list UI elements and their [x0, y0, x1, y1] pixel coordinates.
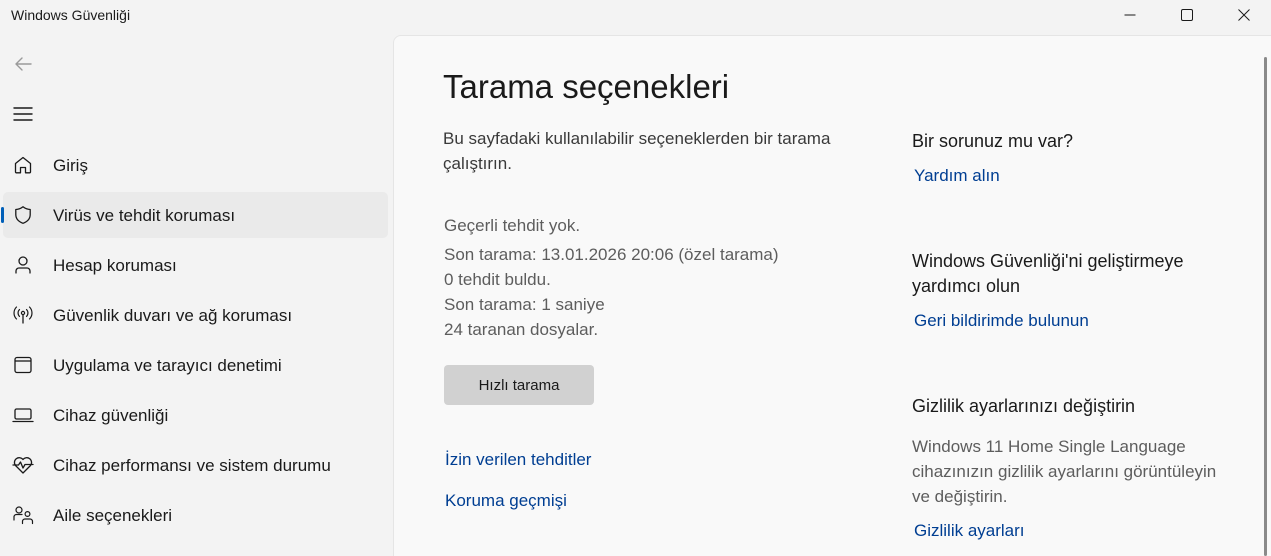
- close-button[interactable]: [1221, 0, 1267, 30]
- heart-pulse-icon: [12, 455, 34, 475]
- protection-history-link[interactable]: Koruma geçmişi: [445, 491, 567, 511]
- privacy-heading: Gizlilik ayarlarınızı değiştirin: [912, 396, 1136, 416]
- help-link[interactable]: Yardım alın: [914, 166, 1000, 186]
- sidebar-item-label: Giriş: [53, 156, 88, 175]
- app-window-icon: [12, 355, 34, 375]
- sidebar-item-device-security[interactable]: Cihaz güvenliği: [3, 392, 388, 438]
- vertical-scrollbar[interactable]: [1264, 57, 1267, 556]
- sidebar-item-label: Cihaz güvenliği: [53, 406, 169, 425]
- maximize-button[interactable]: [1164, 0, 1210, 30]
- sidebar-item-account-protection[interactable]: Hesap koruması: [3, 242, 388, 288]
- question-heading: Bir sorunuz mu var?: [912, 131, 1074, 151]
- sidebar-item-firewall[interactable]: Güvenlik duvarı ve ağ koruması: [3, 292, 388, 338]
- feedback-link[interactable]: Geri bildirimde bulunun: [914, 311, 1089, 331]
- sidebar-item-label: Aile seçenekleri: [53, 506, 173, 525]
- page-title: Tarama seçenekleri: [443, 68, 730, 105]
- shield-icon: [12, 205, 34, 225]
- minimize-button[interactable]: [1107, 0, 1153, 30]
- app-title: Windows Güvenliği: [11, 7, 131, 23]
- scanned-files-text: 24 taranan dosyalar.: [444, 320, 599, 339]
- sidebar-nav: Giriş Virüs ve tehdit koruması Hesap kor…: [0, 142, 390, 542]
- page-description: Bu sayfadaki kullanılabilir seçeneklerde…: [443, 129, 831, 173]
- quick-scan-button[interactable]: Hızlı tarama: [444, 365, 594, 405]
- sidebar-item-label: Uygulama ve tarayıcı denetimi: [53, 356, 282, 375]
- threats-found-text: 0 tehdit buldu.: [444, 270, 551, 289]
- sidebar-item-device-performance[interactable]: Cihaz performansı ve sistem durumu: [3, 442, 388, 488]
- maximize-icon: [1181, 9, 1193, 21]
- scan-duration-text: Son tarama: 1 saniye: [444, 295, 605, 314]
- improve-heading: Windows Güvenliği'ni geliştirmeye yardım…: [912, 251, 1184, 296]
- sidebar-item-label: Hesap koruması: [53, 256, 177, 275]
- person-icon: [12, 255, 34, 275]
- title-bar: Windows Güvenliği: [0, 0, 1271, 32]
- minimize-icon: [1124, 9, 1136, 21]
- laptop-icon: [12, 405, 34, 425]
- sidebar-item-virus-protection[interactable]: Virüs ve tehdit koruması: [1, 192, 388, 238]
- back-button[interactable]: [8, 52, 38, 80]
- scan-status: Geçerli tehdit yok. Son tarama: 13.01.20…: [444, 213, 779, 342]
- allowed-threats-link[interactable]: İzin verilen tehditler: [445, 450, 591, 470]
- privacy-settings-link[interactable]: Gizlilik ayarları: [914, 521, 1025, 541]
- back-arrow-icon: [14, 56, 32, 77]
- close-icon: [1238, 9, 1250, 21]
- sidebar-item-home[interactable]: Giriş: [3, 142, 388, 188]
- menu-button[interactable]: [8, 102, 38, 130]
- threat-status-text: Geçerli tehdit yok.: [444, 216, 581, 235]
- privacy-text: Windows 11 Home Single Language cihazını…: [912, 437, 1217, 506]
- sidebar-item-family-options[interactable]: Aile seçenekleri: [3, 492, 388, 538]
- home-icon: [12, 155, 34, 175]
- wireless-icon: [12, 305, 34, 325]
- hamburger-menu-icon: [13, 106, 33, 127]
- sidebar-item-app-browser-control[interactable]: Uygulama ve tarayıcı denetimi: [3, 342, 388, 388]
- sidebar-item-label: Cihaz performansı ve sistem durumu: [53, 456, 331, 475]
- sidebar-item-label: Güvenlik duvarı ve ağ koruması: [53, 306, 293, 325]
- family-icon: [12, 505, 34, 525]
- last-scan-text: Son tarama: 13.01.2026 20:06 (özel taram…: [444, 245, 779, 264]
- sidebar-item-label: Virüs ve tehdit koruması: [53, 206, 236, 225]
